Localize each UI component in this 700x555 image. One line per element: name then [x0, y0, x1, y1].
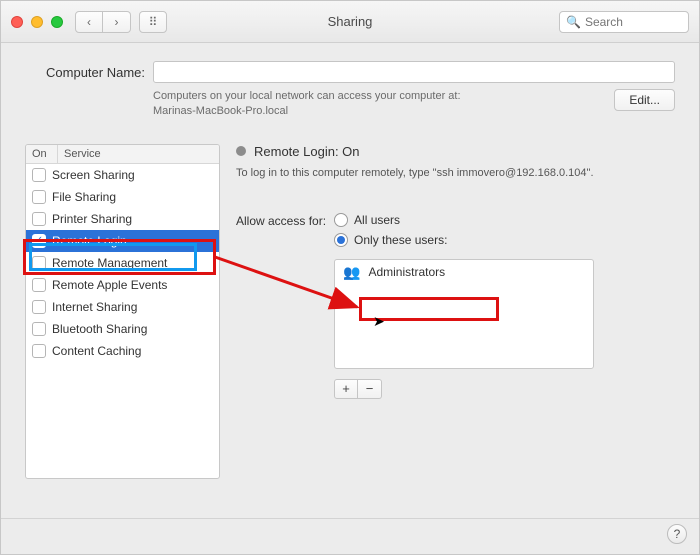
- service-row-remote-apple-events[interactable]: Remote Apple Events: [26, 274, 219, 296]
- radio-all-users[interactable]: All users: [334, 213, 594, 227]
- radio-icon: [334, 233, 348, 247]
- titlebar: ‹ › ⠿ Sharing 🔍: [1, 1, 699, 43]
- status-row: Remote Login: On: [236, 144, 675, 159]
- info-line-2: Marinas-MacBook-Pro.local: [153, 105, 288, 117]
- allow-access-options: All users Only these users: 👥 Administra…: [334, 213, 594, 399]
- remove-user-button[interactable]: −: [358, 379, 382, 399]
- computer-name-row: Computer Name:: [25, 61, 675, 83]
- chevron-right-icon: ›: [115, 15, 119, 29]
- service-label: Printer Sharing: [52, 212, 132, 226]
- service-row-screen-sharing[interactable]: Screen Sharing: [26, 164, 219, 186]
- computer-name-info-row: Computers on your local network can acce…: [25, 89, 675, 120]
- service-detail: Remote Login: On To log in to this compu…: [236, 144, 675, 479]
- add-remove-buttons: + −: [334, 379, 594, 399]
- add-user-button[interactable]: +: [334, 379, 358, 399]
- service-row-remote-management[interactable]: Remote Management: [26, 252, 219, 274]
- forward-button[interactable]: ›: [103, 11, 131, 33]
- service-row-remote-login[interactable]: ✓ Remote Login: [26, 230, 219, 252]
- checkbox[interactable]: [32, 212, 46, 226]
- service-row-printer-sharing[interactable]: Printer Sharing: [26, 208, 219, 230]
- main-area: On Service Screen Sharing File Sharing P…: [1, 144, 699, 479]
- help-button[interactable]: ?: [667, 524, 687, 544]
- checkbox[interactable]: [32, 190, 46, 204]
- radio-label: All users: [354, 213, 400, 227]
- users-icon: 👥: [343, 264, 360, 281]
- checkbox[interactable]: ✓: [32, 234, 46, 248]
- info-line-1: Computers on your local network can acce…: [153, 90, 461, 102]
- search-field[interactable]: 🔍: [559, 11, 689, 33]
- service-label: Bluetooth Sharing: [52, 322, 147, 336]
- footer: [1, 518, 699, 554]
- search-input[interactable]: [585, 15, 682, 29]
- service-row-file-sharing[interactable]: File Sharing: [26, 186, 219, 208]
- allow-access-label: Allow access for:: [236, 213, 326, 228]
- service-label: Remote Apple Events: [52, 278, 167, 292]
- radio-only-these-users[interactable]: Only these users:: [334, 233, 594, 247]
- checkbox[interactable]: [32, 278, 46, 292]
- service-label: Remote Management: [52, 256, 167, 270]
- allow-access-row: Allow access for: All users Only these u…: [236, 213, 675, 399]
- service-label: File Sharing: [52, 190, 116, 204]
- user-label: Administrators: [368, 265, 445, 279]
- back-button[interactable]: ‹: [75, 11, 103, 33]
- checkbox[interactable]: [32, 168, 46, 182]
- user-row-administrators[interactable]: 👥 Administrators: [335, 260, 593, 285]
- sharing-preferences-window: ‹ › ⠿ Sharing 🔍 Computer Name: Computers…: [0, 0, 700, 555]
- checkbox[interactable]: [32, 322, 46, 336]
- radio-icon: [334, 213, 348, 227]
- services-header: On Service: [26, 145, 219, 164]
- checkbox[interactable]: [32, 300, 46, 314]
- window-controls: [11, 16, 63, 28]
- col-service-header: Service: [58, 145, 219, 163]
- computer-name-input[interactable]: [153, 61, 675, 83]
- radio-label: Only these users:: [354, 233, 447, 247]
- edit-hostname-button[interactable]: Edit...: [614, 89, 675, 111]
- zoom-window-button[interactable]: [51, 16, 63, 28]
- computer-name-label: Computer Name:: [25, 65, 145, 80]
- search-icon: 🔍: [566, 15, 581, 29]
- service-row-content-caching[interactable]: Content Caching: [26, 340, 219, 362]
- computer-name-info: Computers on your local network can acce…: [153, 89, 604, 120]
- checkbox[interactable]: [32, 256, 46, 270]
- service-label: Content Caching: [52, 344, 141, 358]
- show-all-button[interactable]: ⠿: [139, 11, 167, 33]
- checkbox[interactable]: [32, 344, 46, 358]
- service-label: Screen Sharing: [52, 168, 135, 182]
- nav-buttons: ‹ ›: [75, 11, 131, 33]
- minimize-window-button[interactable]: [31, 16, 43, 28]
- services-list: On Service Screen Sharing File Sharing P…: [25, 144, 220, 479]
- content-area: Computer Name: Computers on your local n…: [1, 43, 699, 144]
- grid-icon: ⠿: [149, 15, 158, 29]
- service-row-bluetooth-sharing[interactable]: Bluetooth Sharing: [26, 318, 219, 340]
- status-hint: To log in to this computer remotely, typ…: [236, 167, 675, 179]
- status-indicator-icon: [236, 146, 246, 156]
- service-row-internet-sharing[interactable]: Internet Sharing: [26, 296, 219, 318]
- service-label: Internet Sharing: [52, 300, 137, 314]
- service-label: Remote Login: [52, 234, 127, 248]
- close-window-button[interactable]: [11, 16, 23, 28]
- allowed-users-list[interactable]: 👥 Administrators: [334, 259, 594, 369]
- col-on-header: On: [26, 145, 58, 163]
- status-label: Remote Login: On: [254, 144, 360, 159]
- chevron-left-icon: ‹: [87, 15, 91, 29]
